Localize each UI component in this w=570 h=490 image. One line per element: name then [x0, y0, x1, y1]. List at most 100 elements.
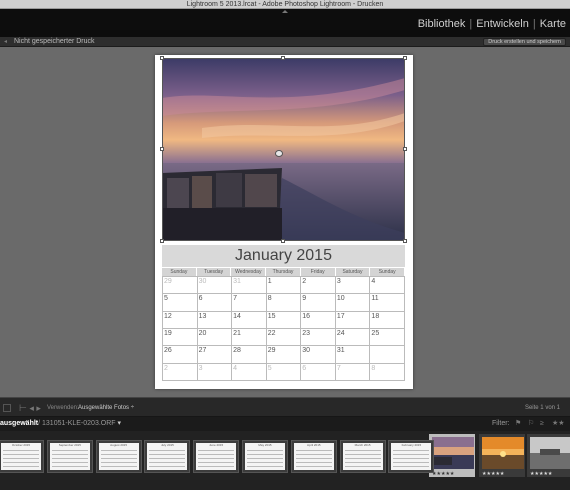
filter-label: Filter: — [492, 420, 510, 427]
resize-handle[interactable] — [281, 56, 285, 60]
calendar-thumb-line — [100, 454, 137, 455]
calendar-day-cell: 19 — [163, 329, 198, 347]
filmstrip-calendar-thumb[interactable]: July 2015 — [144, 440, 191, 473]
print-toolbar: ⊢ ◂ ▸ Verwenden: Ausgewählte Fotos ÷ Sei… — [0, 397, 570, 417]
collapse-left-icon[interactable]: ◂ — [4, 39, 7, 45]
calendar-day-cell: 24 — [335, 329, 371, 347]
calendar-day-cell: 17 — [335, 311, 371, 329]
calendar-thumb-line — [295, 458, 332, 459]
filmstrip-calendar-thumb[interactable]: May 2015 — [242, 440, 288, 473]
calendar-thumb-line — [3, 462, 39, 463]
calendar-thumb-line — [149, 466, 186, 467]
calendar-thumb-line — [295, 462, 332, 463]
calendar-day-cell: 6 — [301, 363, 336, 381]
calendar-day-cell: 7 — [335, 363, 371, 381]
calendar-thumb-line — [344, 466, 381, 467]
calendar-thumb-line — [393, 454, 430, 455]
flag-filter-icon[interactable]: ⚐ — [528, 420, 534, 428]
resize-handle[interactable] — [403, 56, 407, 60]
filmstrip-calendar-thumb[interactable]: August 2015 — [95, 440, 142, 473]
weekday-label: Thursday — [266, 268, 301, 276]
thumb-rating: ★★★★★ — [530, 471, 553, 477]
next-page-icon[interactable]: ▸ — [36, 403, 41, 413]
resize-handle[interactable] — [160, 56, 164, 60]
filmstrip-source[interactable]: ausgewählt/ 131051-KLE-0203.ORF ▾ — [0, 419, 121, 429]
calendar-thumb-line — [51, 458, 88, 459]
filmstrip-calendar-thumb[interactable]: June 2015 — [193, 440, 240, 473]
collapse-top-panel-icon[interactable] — [282, 10, 288, 13]
previous-page-icon[interactable]: ◂ — [29, 403, 34, 413]
calendar-thumb-title: October 2015 — [11, 443, 31, 447]
create-saved-print-button[interactable]: Druck erstellen und speichern — [483, 38, 566, 46]
page-view-icon[interactable] — [3, 404, 11, 412]
calendar-thumb-page: September 2015 — [49, 443, 90, 470]
calendar-thumb-line — [393, 450, 430, 451]
calendar-thumb-page: July 2015 — [147, 443, 188, 470]
filmstrip-calendar-thumb[interactable]: April 2015 — [290, 440, 337, 473]
calendar-thumb-line — [247, 458, 283, 459]
module-develop[interactable]: Entwickeln — [476, 18, 529, 30]
calendar-thumb-line — [100, 458, 137, 459]
source-file: / 131051-KLE-0203.ORF — [38, 420, 116, 427]
module-separator: | — [469, 18, 473, 30]
calendar-day-cell: 30 — [301, 346, 336, 364]
flag-filter-icon[interactable]: ⚑ — [515, 420, 521, 428]
module-map[interactable]: Karte — [540, 18, 566, 30]
thumb-image — [482, 437, 524, 469]
calendar-thumb-line — [51, 462, 88, 463]
calendar-thumb-line — [3, 454, 39, 455]
photo-selection-frame[interactable] — [162, 58, 405, 241]
calendar-day-cell: 2 — [301, 277, 336, 295]
source-label: ausgewählt — [0, 420, 39, 427]
calendar-thumb-title: May 2015 — [258, 443, 272, 447]
calendar-thumb-line — [295, 466, 332, 467]
calendar-day-cell: 26 — [163, 346, 198, 364]
module-separator: | — [532, 18, 536, 30]
calendar-thumb-line — [344, 458, 381, 459]
filmstrip-calendar-thumb[interactable]: February 2015 — [388, 440, 435, 473]
filmstrip-photo-thumb[interactable]: ★★★★★ — [526, 433, 570, 478]
calendar-day-cell: 4 — [232, 363, 267, 381]
use-selector[interactable]: Ausgewählte Fotos ÷ — [78, 403, 134, 413]
calendar-thumb-line — [100, 466, 137, 467]
calendar-thumb-line — [393, 462, 430, 463]
calendar-day-cell: 1 — [266, 277, 302, 295]
resize-handle[interactable] — [281, 239, 285, 243]
filmstrip-calendar-thumb[interactable]: October 2015 — [0, 440, 44, 473]
resize-handle[interactable] — [160, 147, 164, 151]
calendar-day-cell: 20 — [197, 329, 233, 347]
calendar-thumb-page: February 2015 — [391, 443, 432, 470]
resize-handle[interactable] — [403, 147, 407, 151]
first-page-icon[interactable]: ⊢ — [19, 403, 27, 413]
page-info: Seite 1 von 1 — [524, 405, 560, 411]
module-library[interactable]: Bibliothek — [418, 18, 466, 30]
calendar-thumb-line — [198, 462, 235, 463]
calendar-day-cell: 31 — [335, 346, 371, 364]
calendar-month-title: January 2015 — [162, 245, 405, 267]
calendar-day-cell: 28 — [232, 346, 267, 364]
thumb-rating: ★★★★★ — [482, 471, 505, 477]
filmstrip-photo-thumb[interactable]: ★★★★★ — [428, 433, 476, 478]
calendar-thumb-page: October 2015 — [1, 443, 41, 470]
lightroom-print-window: Lightroom 5 2013.lrcat - Adobe Photoshop… — [0, 0, 570, 490]
calendar-thumb-line — [247, 466, 283, 467]
calendar-thumb-line — [51, 466, 88, 467]
calendar-thumb-line — [100, 462, 137, 463]
filmstrip-calendar-thumb[interactable]: September 2015 — [46, 440, 93, 473]
thumb-image — [432, 437, 474, 469]
resize-handle[interactable] — [160, 239, 164, 243]
star-filter-icon[interactable]: ★★ — [552, 420, 565, 428]
print-canvas: January 2015 Sunday Tuesday Wednesday Th… — [0, 47, 570, 397]
filmstrip-calendar-thumb[interactable]: March 2015 — [339, 440, 386, 473]
calendar-day-cell: 25 — [370, 329, 405, 347]
calendar-thumb-page: August 2015 — [98, 443, 139, 470]
rating-filter-icon[interactable]: ≥ — [540, 420, 544, 428]
module-picker: Bibliothek | Entwickeln | Karte — [418, 18, 566, 30]
page-navigation: ⊢ ◂ ▸ — [19, 402, 41, 414]
calendar-thumb-line — [295, 450, 332, 451]
calendar-day-cell: 21 — [232, 329, 267, 347]
resize-handle[interactable] — [403, 239, 407, 243]
dropdown-arrow-icon: ÷ — [130, 405, 134, 411]
filmstrip-photo-thumb[interactable]: ★★★★★ — [478, 433, 526, 478]
calendar-thumb-page: May 2015 — [245, 443, 285, 470]
